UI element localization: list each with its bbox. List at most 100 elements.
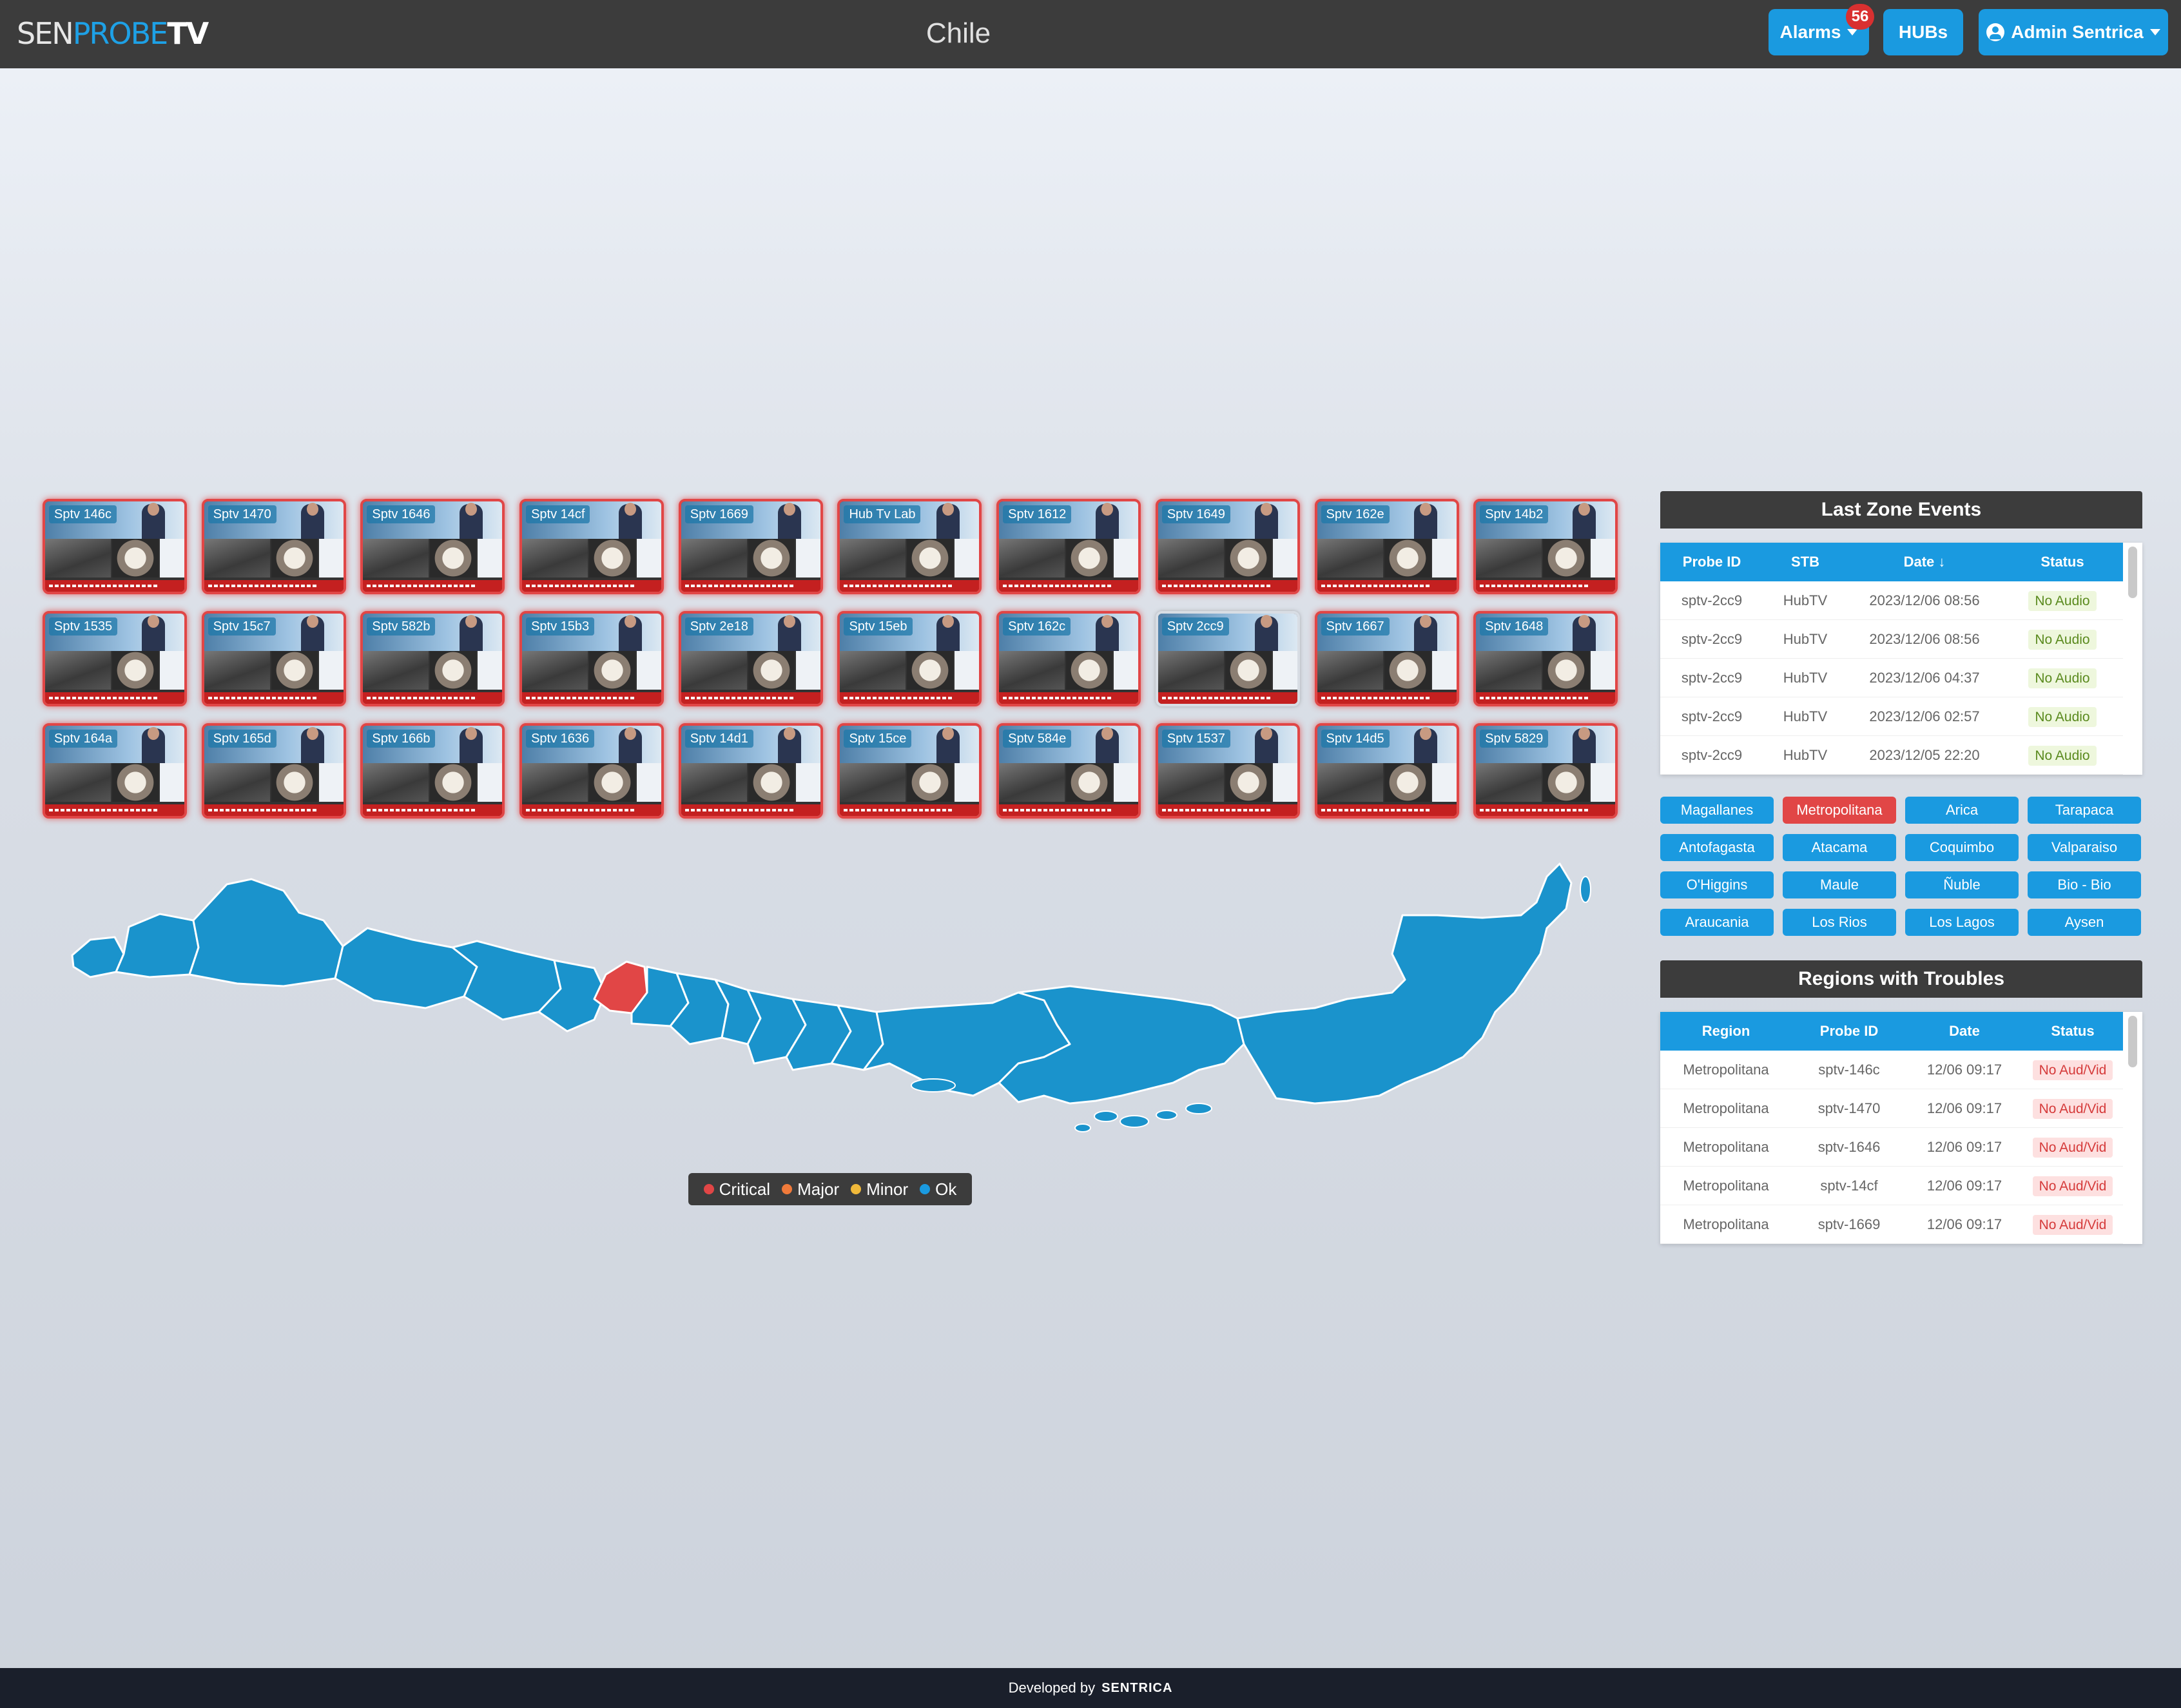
probe-tile[interactable]: Hub Tv Lab (837, 499, 982, 594)
probe-tile[interactable]: Sptv 1667 (1314, 611, 1459, 706)
legend-dot-icon (782, 1184, 793, 1194)
probe-tile[interactable]: Sptv 146c (43, 499, 187, 594)
date-cell: 12/06 09:17 (1926, 1061, 2002, 1078)
probe-label: Sptv 15ce (844, 730, 912, 748)
probe-tile[interactable]: Sptv 2cc9 (1155, 611, 1300, 706)
probe-tile[interactable]: Sptv 14b2 (1473, 499, 1618, 594)
table-row[interactable]: Metropolitana sptv-1470 12/06 09:17 No Aud/… (1660, 1089, 2123, 1128)
region-button-ñuble[interactable]: Ñuble (1905, 871, 2019, 898)
senprobe-logo[interactable]: SENPROBETV (17, 15, 209, 52)
map-island (911, 1078, 956, 1092)
last-zone-events-table: Probe ID STB Date ↓ Status sptv-2cc9 HubT… (1660, 543, 2142, 775)
probe-tile[interactable]: Sptv 1612 (996, 499, 1141, 594)
probe-label: Sptv 164a (49, 730, 118, 748)
footer-text: Developed by (1008, 1680, 1096, 1696)
probe-tile[interactable]: Sptv 584e (996, 723, 1141, 819)
region-button-tarapaca[interactable]: Tarapaca (2028, 797, 2141, 824)
hubs-button[interactable]: HUBs (1883, 9, 1963, 55)
table-scrollbar[interactable] (2128, 547, 2137, 771)
column-header-date[interactable]: Date ↓ (1847, 554, 2002, 570)
probe-tile[interactable]: Sptv 15b3 (519, 611, 664, 706)
column-header-status[interactable]: Status (2002, 554, 2123, 570)
column-header-region[interactable]: Region (1660, 1023, 1792, 1040)
date-cell: 2023/12/06 08:56 (1869, 630, 1980, 647)
table-row[interactable]: sptv-2cc9 HubTV 2023/12/06 08:56 No Audio (1660, 581, 2123, 620)
probe-tile[interactable]: Sptv 1646 (360, 499, 505, 594)
table-row[interactable]: sptv-2cc9 HubTV 2023/12/05 22:20 No Audio (1660, 736, 2123, 775)
probe-tile[interactable]: Sptv 1649 (1155, 499, 1300, 594)
region-button-valparaiso[interactable]: Valparaiso (2028, 834, 2141, 861)
probe-tile[interactable]: Sptv 1669 (678, 499, 823, 594)
probe-id-cell: sptv-1646 (1817, 1138, 1881, 1155)
probe-tile[interactable]: Sptv 2e18 (678, 611, 823, 706)
user-circle-icon (1986, 23, 2005, 41)
probe-label: Sptv 14b2 (1480, 505, 1549, 523)
map-region-tarapaca[interactable] (115, 913, 200, 978)
probe-tile[interactable]: Sptv 166b (360, 723, 505, 819)
map-region-antofagasta[interactable] (188, 878, 344, 987)
legend-item-minor: Minor (851, 1179, 908, 1199)
region-button-los-rios[interactable]: Los Rios (1783, 909, 1896, 936)
probe-tile[interactable]: Sptv 164a (43, 723, 187, 819)
caret-down-icon (2149, 29, 2160, 35)
probe-tile[interactable]: Sptv 165d (201, 723, 346, 819)
region-button-arica[interactable]: Arica (1905, 797, 2019, 824)
region-button-los-lagos[interactable]: Los Lagos (1905, 909, 2019, 936)
probe-tile[interactable]: Sptv 1537 (1155, 723, 1300, 819)
regions-with-troubles-table: Region Probe ID Date Status Metropolitan… (1660, 1012, 2142, 1244)
probe-tile[interactable]: Sptv 15ce (837, 723, 982, 819)
sentrica-logo[interactable]: SENTRICA (1101, 1681, 1172, 1696)
region-button-atacama[interactable]: Atacama (1783, 834, 1896, 861)
probe-label: Sptv 14cf (526, 505, 590, 523)
table-row[interactable]: Metropolitana sptv-1669 12/06 09:17 No Aud/… (1660, 1205, 2123, 1244)
probe-label: Sptv 165d (208, 730, 276, 748)
probe-tile[interactable]: Sptv 14d5 (1314, 723, 1459, 819)
region-button-coquimbo[interactable]: Coquimbo (1905, 834, 2019, 861)
map-region-atacama[interactable] (334, 927, 478, 1009)
status-badge: No Aud/Vid (2032, 1060, 2113, 1080)
column-header-status[interactable]: Status (2022, 1023, 2123, 1040)
column-header-probe-id[interactable]: Probe ID (1660, 554, 1763, 570)
status-badge: No Audio (2028, 668, 2097, 688)
legend-label: Minor (866, 1179, 909, 1199)
region-button-o-higgins[interactable]: O'Higgins (1660, 871, 1774, 898)
alarms-button[interactable]: Alarms 56 (1769, 4, 1874, 55)
caret-down-icon (1847, 29, 1858, 35)
probe-tile[interactable]: Sptv 582b (360, 611, 505, 706)
probe-tile[interactable]: Sptv 162e (1314, 499, 1459, 594)
probe-tile[interactable]: Sptv 14cf (519, 499, 664, 594)
probe-tile[interactable]: Sptv 14d1 (678, 723, 823, 819)
region-button-bio-bio[interactable]: Bio - Bio (2028, 871, 2141, 898)
column-header-date[interactable]: Date (1906, 1023, 2022, 1040)
table-row[interactable]: Metropolitana sptv-1646 12/06 09:17 No Aud/… (1660, 1128, 2123, 1167)
table-scrollbar[interactable] (2128, 1016, 2137, 1240)
region-button-antofagasta[interactable]: Antofagasta (1660, 834, 1774, 861)
probe-tile[interactable]: Sptv 15c7 (201, 611, 346, 706)
probe-id-cell: sptv-2cc9 (1681, 669, 1743, 686)
region-button-metropolitana[interactable]: Metropolitana (1783, 797, 1896, 824)
probe-tile[interactable]: Sptv 162c (996, 611, 1141, 706)
table-row[interactable]: Metropolitana sptv-146c 12/06 09:17 No Aud/… (1660, 1051, 2123, 1089)
table-row[interactable]: sptv-2cc9 HubTV 2023/12/06 02:57 No Audio (1660, 697, 2123, 736)
region-button-magallanes[interactable]: Magallanes (1660, 797, 1774, 824)
logo-part-probe: PROBE (72, 16, 169, 51)
probe-tile[interactable]: Sptv 1636 (519, 723, 664, 819)
column-header-probe-id[interactable]: Probe ID (1792, 1023, 1906, 1040)
user-menu-button[interactable]: Admin Sentrica (1979, 9, 2168, 55)
probe-tile[interactable]: Sptv 1535 (43, 611, 187, 706)
table-row[interactable]: Metropolitana sptv-14cf 12/06 09:17 No Aud/… (1660, 1167, 2123, 1205)
table-row[interactable]: sptv-2cc9 HubTV 2023/12/06 04:37 No Audio (1660, 659, 2123, 697)
map-region-magallanes[interactable] (1236, 862, 1573, 1105)
region-button-aysen[interactable]: Aysen (2028, 909, 2141, 936)
probe-label: Sptv 1470 (208, 505, 276, 523)
table-row[interactable]: sptv-2cc9 HubTV 2023/12/06 08:56 No Audio (1660, 620, 2123, 659)
column-header-stb[interactable]: STB (1763, 554, 1847, 570)
probe-tile[interactable]: Sptv 15eb (837, 611, 982, 706)
probe-tile[interactable]: Sptv 5829 (1473, 723, 1618, 819)
region-button-maule[interactable]: Maule (1783, 871, 1896, 898)
probe-tile[interactable]: Sptv 1470 (201, 499, 346, 594)
region-button-araucania[interactable]: Araucania (1660, 909, 1774, 936)
probe-tile[interactable]: Sptv 1648 (1473, 611, 1618, 706)
stb-cell: HubTV (1783, 708, 1828, 724)
map-island (1094, 1111, 1118, 1122)
